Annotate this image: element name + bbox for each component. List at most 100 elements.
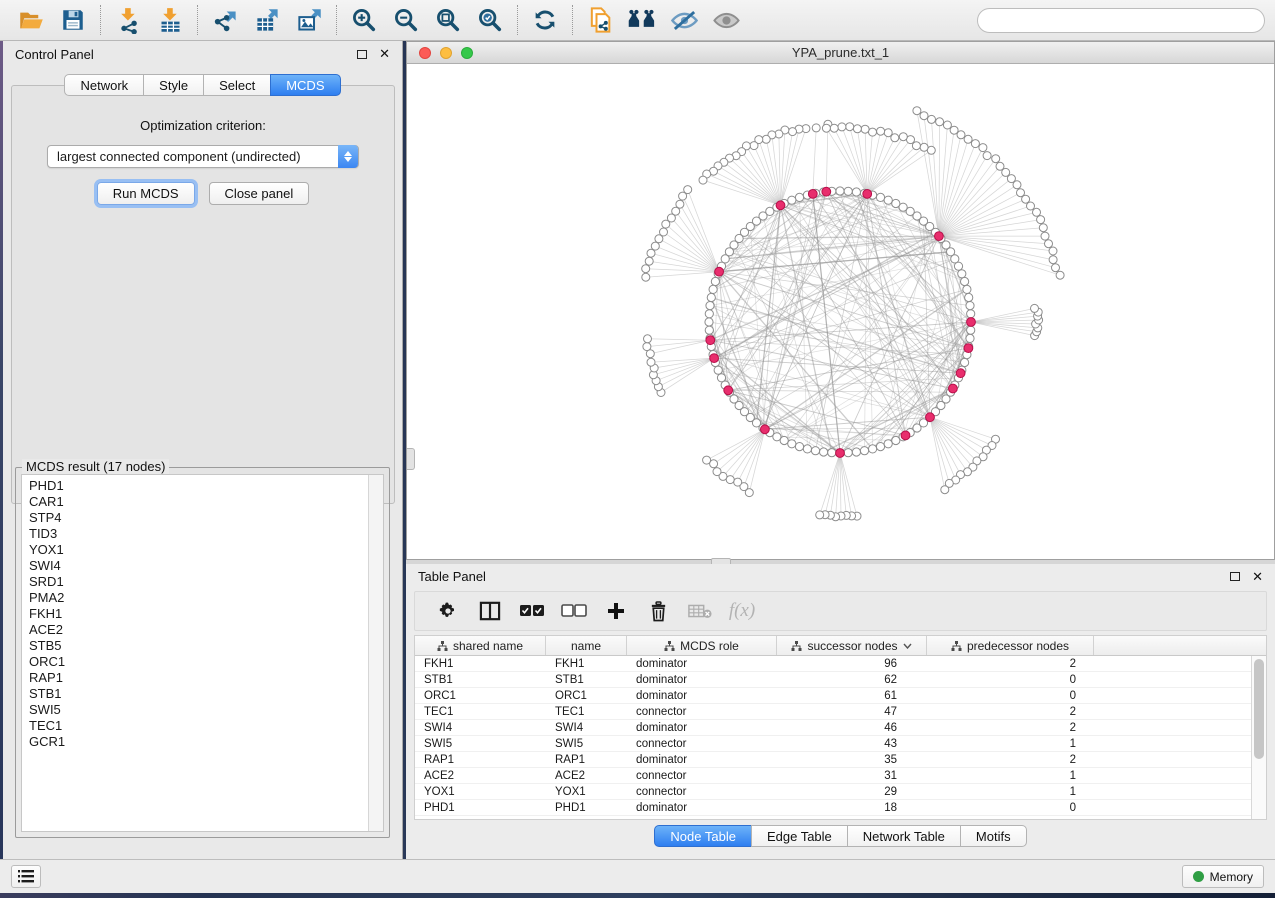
mcds-list-scrollbar[interactable] <box>368 475 383 831</box>
tab-edge-table[interactable]: Edge Table <box>751 825 848 847</box>
run-mcds-button[interactable]: Run MCDS <box>97 182 195 205</box>
zoom-fit-icon[interactable] <box>427 2 469 38</box>
list-item[interactable]: FKH1 <box>29 606 383 622</box>
memory-status-dot <box>1193 871 1204 882</box>
show-column-panel-icon[interactable] <box>473 596 507 626</box>
duplicate-network-icon[interactable] <box>579 2 621 38</box>
list-item[interactable]: TID3 <box>29 526 383 542</box>
memory-label: Memory <box>1210 870 1253 884</box>
tab-select[interactable]: Select <box>203 74 271 96</box>
list-item[interactable]: PMA2 <box>29 590 383 606</box>
cytoscape-window: Control Panel ✕ Network Style Select MCD… <box>0 0 1275 893</box>
table-panel: Table Panel ✕ <box>406 564 1275 859</box>
deselect-all-columns-icon[interactable] <box>557 596 591 626</box>
close-panel-button[interactable]: Close panel <box>209 182 310 205</box>
zoom-out-icon[interactable] <box>385 2 427 38</box>
create-column-plus-icon[interactable] <box>599 596 633 626</box>
table-row[interactable]: SWI4 SWI4 dominator 46 2 <box>415 720 1266 736</box>
tab-node-table[interactable]: Node Table <box>654 825 752 847</box>
tab-mcds[interactable]: MCDS <box>270 74 340 96</box>
network-canvas[interactable] <box>407 64 1274 559</box>
mcds-result-title: MCDS result (17 nodes) <box>22 459 169 474</box>
zoom-selected-icon[interactable] <box>469 2 511 38</box>
main-toolbar <box>0 0 1275 41</box>
delete-column-trash-icon[interactable] <box>641 596 675 626</box>
memory-button[interactable]: Memory <box>1182 865 1264 888</box>
float-panel-icon[interactable] <box>1230 572 1240 581</box>
list-item[interactable]: ACE2 <box>29 622 383 638</box>
list-item[interactable]: SWI4 <box>29 558 383 574</box>
float-panel-icon[interactable] <box>357 50 367 59</box>
list-icon <box>18 870 34 883</box>
tab-style[interactable]: Style <box>143 74 204 96</box>
tab-network-table[interactable]: Network Table <box>847 825 961 847</box>
first-neighbors-binoculars-icon[interactable] <box>621 2 663 38</box>
list-item[interactable]: STB1 <box>29 686 383 702</box>
list-item[interactable]: PHD1 <box>29 478 383 494</box>
list-item[interactable]: ORC1 <box>29 654 383 670</box>
column-header-shared-name[interactable]: shared name <box>415 636 546 655</box>
toolbar-separator <box>336 5 337 35</box>
close-panel-icon[interactable]: ✕ <box>1252 572 1263 582</box>
table-row[interactable]: ORC1 ORC1 dominator 61 0 <box>415 688 1266 704</box>
close-panel-icon[interactable]: ✕ <box>379 49 390 59</box>
mcds-result-list: PHD1 CAR1 STP4 TID3 YOX1 SWI4 SRD1 PMA2 … <box>21 474 384 832</box>
export-image-icon[interactable] <box>288 2 330 38</box>
table-row[interactable]: TEC1 TEC1 connector 47 2 <box>415 704 1266 720</box>
save-session-icon[interactable] <box>52 2 94 38</box>
select-spinner-icon <box>338 145 358 168</box>
status-bar: Memory <box>0 859 1275 893</box>
network-graph[interactable] <box>407 64 1274 559</box>
tab-network[interactable]: Network <box>64 74 144 96</box>
table-scrollbar-thumb[interactable] <box>1254 659 1264 759</box>
export-network-icon[interactable] <box>204 2 246 38</box>
column-header-predecessor-nodes[interactable]: predecessor nodes <box>927 636 1094 655</box>
show-panels-list-button[interactable] <box>11 865 41 888</box>
table-row[interactable]: YOX1 YOX1 connector 29 1 <box>415 784 1266 800</box>
table-row[interactable]: ACE2 ACE2 connector 31 1 <box>415 768 1266 784</box>
toolbar-separator <box>197 5 198 35</box>
import-table-icon[interactable] <box>149 2 191 38</box>
toolbar-separator <box>517 5 518 35</box>
table-scrollbar[interactable] <box>1251 656 1266 819</box>
list-item[interactable]: TEC1 <box>29 718 383 734</box>
open-file-icon[interactable] <box>10 2 52 38</box>
tab-motifs[interactable]: Motifs <box>960 825 1027 847</box>
column-header-mcds-role[interactable]: MCDS role <box>627 636 777 655</box>
list-item[interactable]: STB5 <box>29 638 383 654</box>
table-row[interactable]: STB1 STB1 dominator 62 0 <box>415 672 1266 688</box>
search-input[interactable] <box>977 8 1265 33</box>
list-item[interactable]: RAP1 <box>29 670 383 686</box>
list-item[interactable]: CAR1 <box>29 494 383 510</box>
table-row[interactable]: SWI5 SWI5 connector 43 1 <box>415 736 1266 752</box>
mcds-result-group: MCDS result (17 nodes) PHD1 CAR1 STP4 TI… <box>15 467 390 838</box>
control-panel-tabs: Network Style Select MCDS <box>3 74 402 96</box>
table-header-row: shared name name MCDS role successor nod… <box>415 636 1266 656</box>
table-settings-gear-icon[interactable] <box>431 596 465 626</box>
column-header-name[interactable]: name <box>546 636 627 655</box>
show-all-eye-icon[interactable] <box>705 2 747 38</box>
table-row[interactable]: FKH1 FKH1 dominator 96 2 <box>415 656 1266 672</box>
list-item[interactable]: SWI5 <box>29 702 383 718</box>
table-row[interactable]: RAP1 RAP1 dominator 35 2 <box>415 752 1266 768</box>
export-table-icon[interactable] <box>246 2 288 38</box>
column-header-successor-nodes[interactable]: successor nodes <box>777 636 927 655</box>
hide-selected-eye-slash-icon[interactable] <box>663 2 705 38</box>
node-table: shared name name MCDS role successor nod… <box>414 635 1267 820</box>
network-window-titlebar: YPA_prune.txt_1 <box>407 42 1274 64</box>
list-item[interactable]: STP4 <box>29 510 383 526</box>
list-item[interactable]: SRD1 <box>29 574 383 590</box>
select-all-columns-icon[interactable] <box>515 596 549 626</box>
canvas-splitter-handle[interactable] <box>407 448 415 470</box>
import-network-icon[interactable] <box>107 2 149 38</box>
table-row[interactable]: PHD1 PHD1 dominator 18 0 <box>415 800 1266 816</box>
table-panel-title: Table Panel <box>418 569 486 584</box>
table-panel-tabs: Node Table Edge Table Network Table Moti… <box>406 825 1275 847</box>
list-item[interactable]: GCR1 <box>29 734 383 750</box>
optimization-select[interactable]: largest connected component (undirected) <box>47 145 359 168</box>
toolbar-separator <box>572 5 573 35</box>
list-item[interactable]: YOX1 <box>29 542 383 558</box>
function-builder-button-disabled: f(x) <box>725 596 759 626</box>
zoom-in-icon[interactable] <box>343 2 385 38</box>
refresh-layout-icon[interactable] <box>524 2 566 38</box>
